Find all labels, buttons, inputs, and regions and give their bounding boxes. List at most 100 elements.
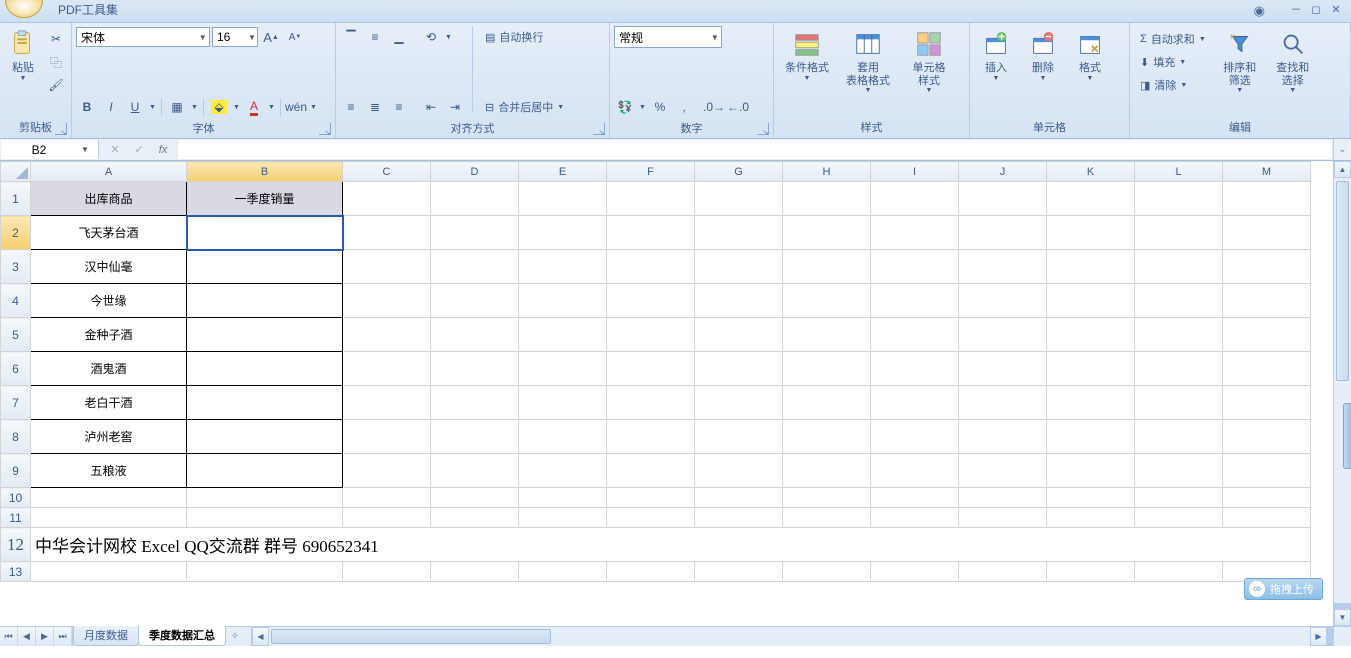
next-sheet-button[interactable]: ▶ (36, 627, 54, 646)
close-button[interactable]: ✕ (1327, 2, 1345, 16)
cell-J11[interactable] (959, 508, 1047, 528)
cell-L3[interactable] (1135, 250, 1223, 284)
cell-B3[interactable] (187, 250, 343, 284)
number-format-input[interactable] (615, 30, 709, 44)
cell-A4[interactable]: 今世缘 (31, 284, 187, 318)
row-header-12[interactable]: 12 (1, 528, 31, 562)
cell-M9[interactable] (1223, 454, 1311, 488)
cell-E8[interactable] (519, 420, 607, 454)
cell-F13[interactable] (607, 562, 695, 582)
font-dialog-launcher[interactable] (319, 123, 331, 135)
conditional-format-button[interactable]: 条件格式▼ (778, 26, 836, 84)
number-format-combo[interactable]: ▼ (614, 26, 722, 48)
row-header-2[interactable]: 2 (1, 216, 31, 250)
cell-C7[interactable] (343, 386, 431, 420)
col-header-G[interactable]: G (695, 162, 783, 182)
chevron-down-icon[interactable]: ▼ (709, 33, 721, 42)
cell-I13[interactable] (871, 562, 959, 582)
cell-I1[interactable] (871, 182, 959, 216)
cell-A12[interactable]: 中华会计网校 Excel QQ交流群 群号 690652341 (31, 528, 1311, 562)
format-painter-button[interactable]: 🖌 (45, 74, 67, 96)
col-header-H[interactable]: H (783, 162, 871, 182)
row-header-3[interactable]: 3 (1, 250, 31, 284)
cell-I8[interactable] (871, 420, 959, 454)
row-header-13[interactable]: 13 (1, 562, 31, 582)
cell-E2[interactable] (519, 216, 607, 250)
chevron-down-icon[interactable]: ▼ (247, 33, 257, 42)
cell-B13[interactable] (187, 562, 343, 582)
cell-F9[interactable] (607, 454, 695, 488)
chevron-down-icon[interactable]: ▼ (196, 33, 209, 42)
cell-B6[interactable] (187, 352, 343, 386)
cell-J5[interactable] (959, 318, 1047, 352)
cell-H3[interactable] (783, 250, 871, 284)
grow-font-button[interactable]: A▲ (260, 26, 282, 48)
cell-K6[interactable] (1047, 352, 1135, 386)
cell-H5[interactable] (783, 318, 871, 352)
cell-K4[interactable] (1047, 284, 1135, 318)
col-header-F[interactable]: F (607, 162, 695, 182)
cell-D7[interactable] (431, 386, 519, 420)
accounting-format-button[interactable]: 💱 (614, 96, 636, 118)
row-header-9[interactable]: 9 (1, 454, 31, 488)
cell-C10[interactable] (343, 488, 431, 508)
cell-D13[interactable] (431, 562, 519, 582)
cell-M8[interactable] (1223, 420, 1311, 454)
align-center-button[interactable]: ≣ (364, 96, 386, 118)
italic-button[interactable]: I (100, 96, 122, 118)
cell-B11[interactable] (187, 508, 343, 528)
cell-E7[interactable] (519, 386, 607, 420)
alignment-dialog-launcher[interactable] (593, 123, 605, 135)
col-header-B[interactable]: B (187, 162, 343, 182)
cell-K3[interactable] (1047, 250, 1135, 284)
cell-G13[interactable] (695, 562, 783, 582)
cell-K8[interactable] (1047, 420, 1135, 454)
decrease-indent-button[interactable]: ⇤ (420, 96, 442, 118)
row-header-4[interactable]: 4 (1, 284, 31, 318)
phonetic-button[interactable]: wén (285, 96, 307, 118)
vertical-scrollbar[interactable]: ▲ ▼ (1333, 161, 1351, 626)
cell-F1[interactable] (607, 182, 695, 216)
col-header-I[interactable]: I (871, 162, 959, 182)
upload-widget[interactable]: ∞ 拖拽上传 (1244, 578, 1323, 600)
row-header-6[interactable]: 6 (1, 352, 31, 386)
cell-H11[interactable] (783, 508, 871, 528)
cell-E1[interactable] (519, 182, 607, 216)
cell-B7[interactable] (187, 386, 343, 420)
cell-L4[interactable] (1135, 284, 1223, 318)
cell-C13[interactable] (343, 562, 431, 582)
col-header-D[interactable]: D (431, 162, 519, 182)
last-sheet-button[interactable]: ⏭ (54, 627, 72, 646)
col-header-L[interactable]: L (1135, 162, 1223, 182)
cell-J8[interactable] (959, 420, 1047, 454)
cell-L11[interactable] (1135, 508, 1223, 528)
cell-M11[interactable] (1223, 508, 1311, 528)
cell-C3[interactable] (343, 250, 431, 284)
cell-L1[interactable] (1135, 182, 1223, 216)
cell-D9[interactable] (431, 454, 519, 488)
cell-C1[interactable] (343, 182, 431, 216)
cell-M5[interactable] (1223, 318, 1311, 352)
horizontal-scrollbar[interactable]: ◀ ▶ (251, 627, 1333, 646)
expand-formula-bar-button[interactable]: ⌄ (1333, 139, 1351, 160)
percent-button[interactable]: % (649, 96, 671, 118)
sheet-tab-月度数据[interactable]: 月度数据 (73, 625, 139, 646)
cancel-formula-button[interactable]: ✕ (104, 141, 126, 159)
cell-A5[interactable]: 金种子酒 (31, 318, 187, 352)
cell-E10[interactable] (519, 488, 607, 508)
cell-F2[interactable] (607, 216, 695, 250)
cell-G11[interactable] (695, 508, 783, 528)
cell-A7[interactable]: 老白干酒 (31, 386, 187, 420)
spreadsheet-grid[interactable]: ABCDEFGHIJKLM1出库商品一季度销量2飞天茅台酒3汉中仙毫4今世缘5金… (0, 161, 1311, 582)
cell-B10[interactable] (187, 488, 343, 508)
hscroll-thumb[interactable] (271, 629, 551, 644)
cell-A9[interactable]: 五粮液 (31, 454, 187, 488)
cell-I9[interactable] (871, 454, 959, 488)
border-button[interactable]: ▦ (166, 96, 188, 118)
cell-H7[interactable] (783, 386, 871, 420)
font-name-input[interactable] (77, 30, 196, 44)
name-box-input[interactable] (1, 143, 77, 157)
cell-styles-button[interactable]: 单元格 样式▼ (900, 26, 958, 96)
side-panel-toggle[interactable] (1343, 403, 1351, 469)
autosum-button[interactable]: Σ自动求和▼ (1134, 28, 1212, 50)
